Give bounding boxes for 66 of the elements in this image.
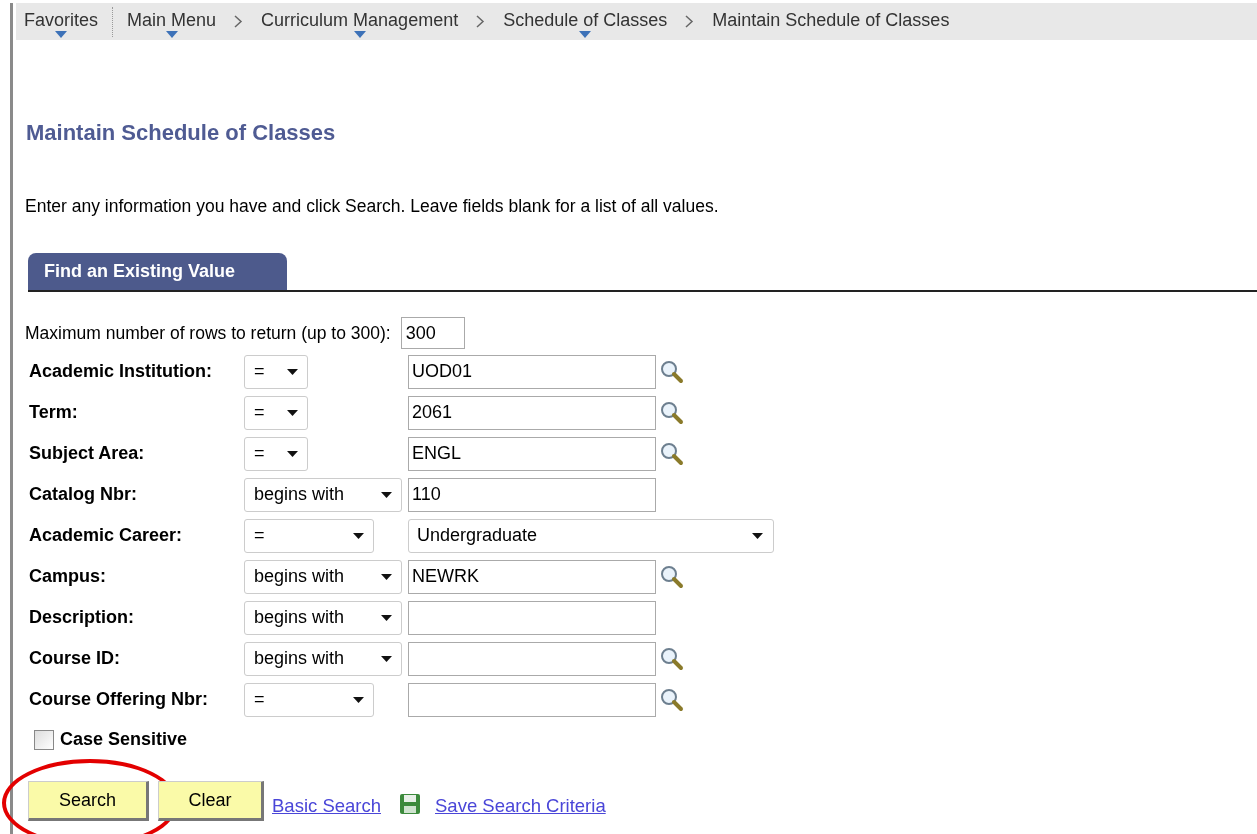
search-icon[interactable] — [660, 359, 684, 384]
search-icon[interactable] — [660, 646, 684, 671]
instructions-text: Enter any information you have and click Search. Leave fields blank for a list of all values. — [25, 195, 720, 218]
dropdown-arrow-icon — [353, 532, 364, 539]
operator-dropdown[interactable]: begins with — [244, 641, 402, 676]
breadcrumb-link[interactable]: Schedule of Classes — [503, 5, 668, 38]
operator-dropdown[interactable]: = — [244, 682, 374, 717]
field-label: Academic Career: — [29, 524, 184, 548]
value-dropdown[interactable]: Undergraduate — [408, 518, 774, 553]
input-field[interactable] — [408, 600, 656, 635]
dropdown-arrow-icon — [353, 696, 364, 703]
input-field[interactable] — [408, 682, 656, 717]
field-label: Term: — [29, 401, 79, 425]
search-icon[interactable] — [660, 441, 684, 466]
chevron-icon — [234, 15, 244, 28]
link[interactable]: Basic Search — [272, 791, 381, 820]
caret-icon — [55, 31, 67, 38]
dropdown-arrow-icon — [287, 450, 298, 457]
breadcrumb-link[interactable]: Curriculum Management — [261, 5, 459, 38]
dropdown-arrow-icon — [287, 368, 298, 375]
input-field[interactable] — [408, 641, 656, 676]
field-label: Course Offering Nbr: — [29, 688, 209, 712]
field-label: Campus: — [29, 565, 107, 589]
caret-icon — [165, 31, 178, 38]
dropdown-arrow-icon — [752, 532, 763, 539]
checkbox[interactable] — [34, 729, 54, 750]
field-label: Catalog Nbr: — [29, 483, 138, 507]
button[interactable]: Search — [28, 781, 149, 822]
dropdown-arrow-icon — [287, 409, 298, 416]
field-label: Academic Institution: — [29, 360, 213, 384]
page-title: Maintain Schedule of Classes — [26, 119, 337, 147]
dropdown-arrow-icon — [381, 573, 392, 580]
search-icon[interactable] — [660, 400, 684, 425]
input-field[interactable]: UOD01 — [408, 354, 656, 389]
button[interactable]: Clear — [158, 781, 264, 822]
input-field[interactable]: NEWRK — [408, 559, 656, 594]
chevron-icon — [476, 15, 486, 28]
operator-dropdown[interactable]: = — [244, 436, 308, 471]
operator-dropdown[interactable]: = — [244, 518, 374, 553]
input-field[interactable]: 2061 — [408, 395, 656, 430]
input-field[interactable]: 110 — [408, 477, 656, 512]
operator-dropdown[interactable]: = — [244, 395, 308, 430]
caret-icon — [353, 31, 366, 38]
input-field[interactable]: 300 — [400, 317, 465, 350]
search-icon[interactable] — [660, 687, 684, 712]
chevron-icon — [685, 15, 695, 28]
field-label: Course ID: — [29, 647, 121, 671]
tab[interactable]: Find an Existing Value — [28, 253, 287, 291]
breadcrumb-link[interactable]: Maintain Schedule of Classes — [712, 5, 950, 38]
link[interactable]: Save Search Criteria — [435, 791, 606, 820]
field-label: Maximum number of rows to return (up to 300): — [25, 322, 391, 346]
operator-dropdown[interactable]: begins with — [244, 600, 402, 635]
operator-dropdown[interactable]: begins with — [244, 477, 402, 512]
search-icon[interactable] — [660, 564, 684, 589]
dropdown-arrow-icon — [381, 491, 392, 498]
operator-dropdown[interactable]: = — [244, 354, 308, 389]
field-label: Description: — [29, 606, 135, 630]
breadcrumb-link[interactable]: Favorites — [24, 5, 99, 38]
field-label: Subject Area: — [29, 442, 146, 466]
operator-dropdown[interactable]: begins with — [244, 559, 402, 594]
input-field[interactable]: ENGL — [408, 436, 656, 471]
dropdown-arrow-icon — [381, 655, 392, 662]
caret-icon — [579, 31, 592, 38]
breadcrumb-link[interactable]: Main Menu — [127, 5, 217, 38]
dropdown-arrow-icon — [381, 614, 392, 621]
checkbox-label: Case Sensitive — [60, 728, 188, 752]
